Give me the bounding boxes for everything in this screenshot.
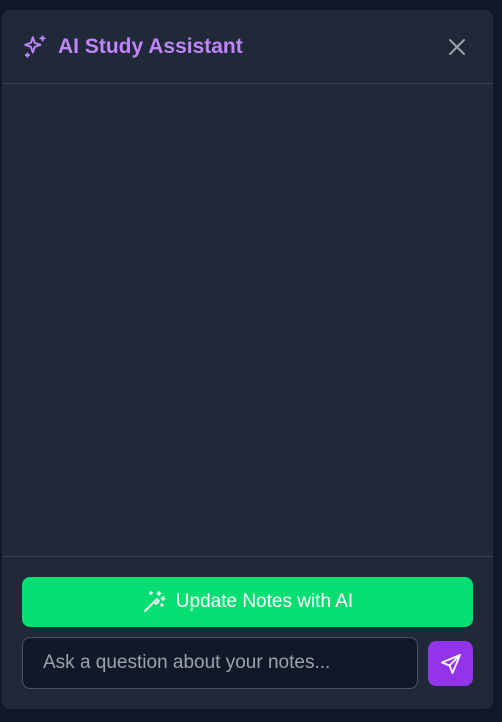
update-notes-button[interactable]: Update Notes with AI: [22, 577, 473, 627]
send-button[interactable]: [428, 641, 473, 686]
update-notes-label: Update Notes with AI: [175, 591, 354, 612]
panel-footer: Update Notes with AI: [2, 556, 493, 709]
panel-title: AI Study Assistant: [58, 35, 243, 58]
sparkles-icon: [24, 35, 46, 58]
magic-wand-icon: [143, 591, 166, 612]
close-icon[interactable]: [447, 37, 467, 57]
panel-header: AI Study Assistant: [2, 10, 493, 84]
send-icon: [440, 653, 461, 674]
chat-messages-area: [2, 84, 493, 556]
question-input[interactable]: [22, 637, 418, 689]
ai-assistant-panel: AI Study Assistant Update Notes with AI: [2, 10, 493, 709]
